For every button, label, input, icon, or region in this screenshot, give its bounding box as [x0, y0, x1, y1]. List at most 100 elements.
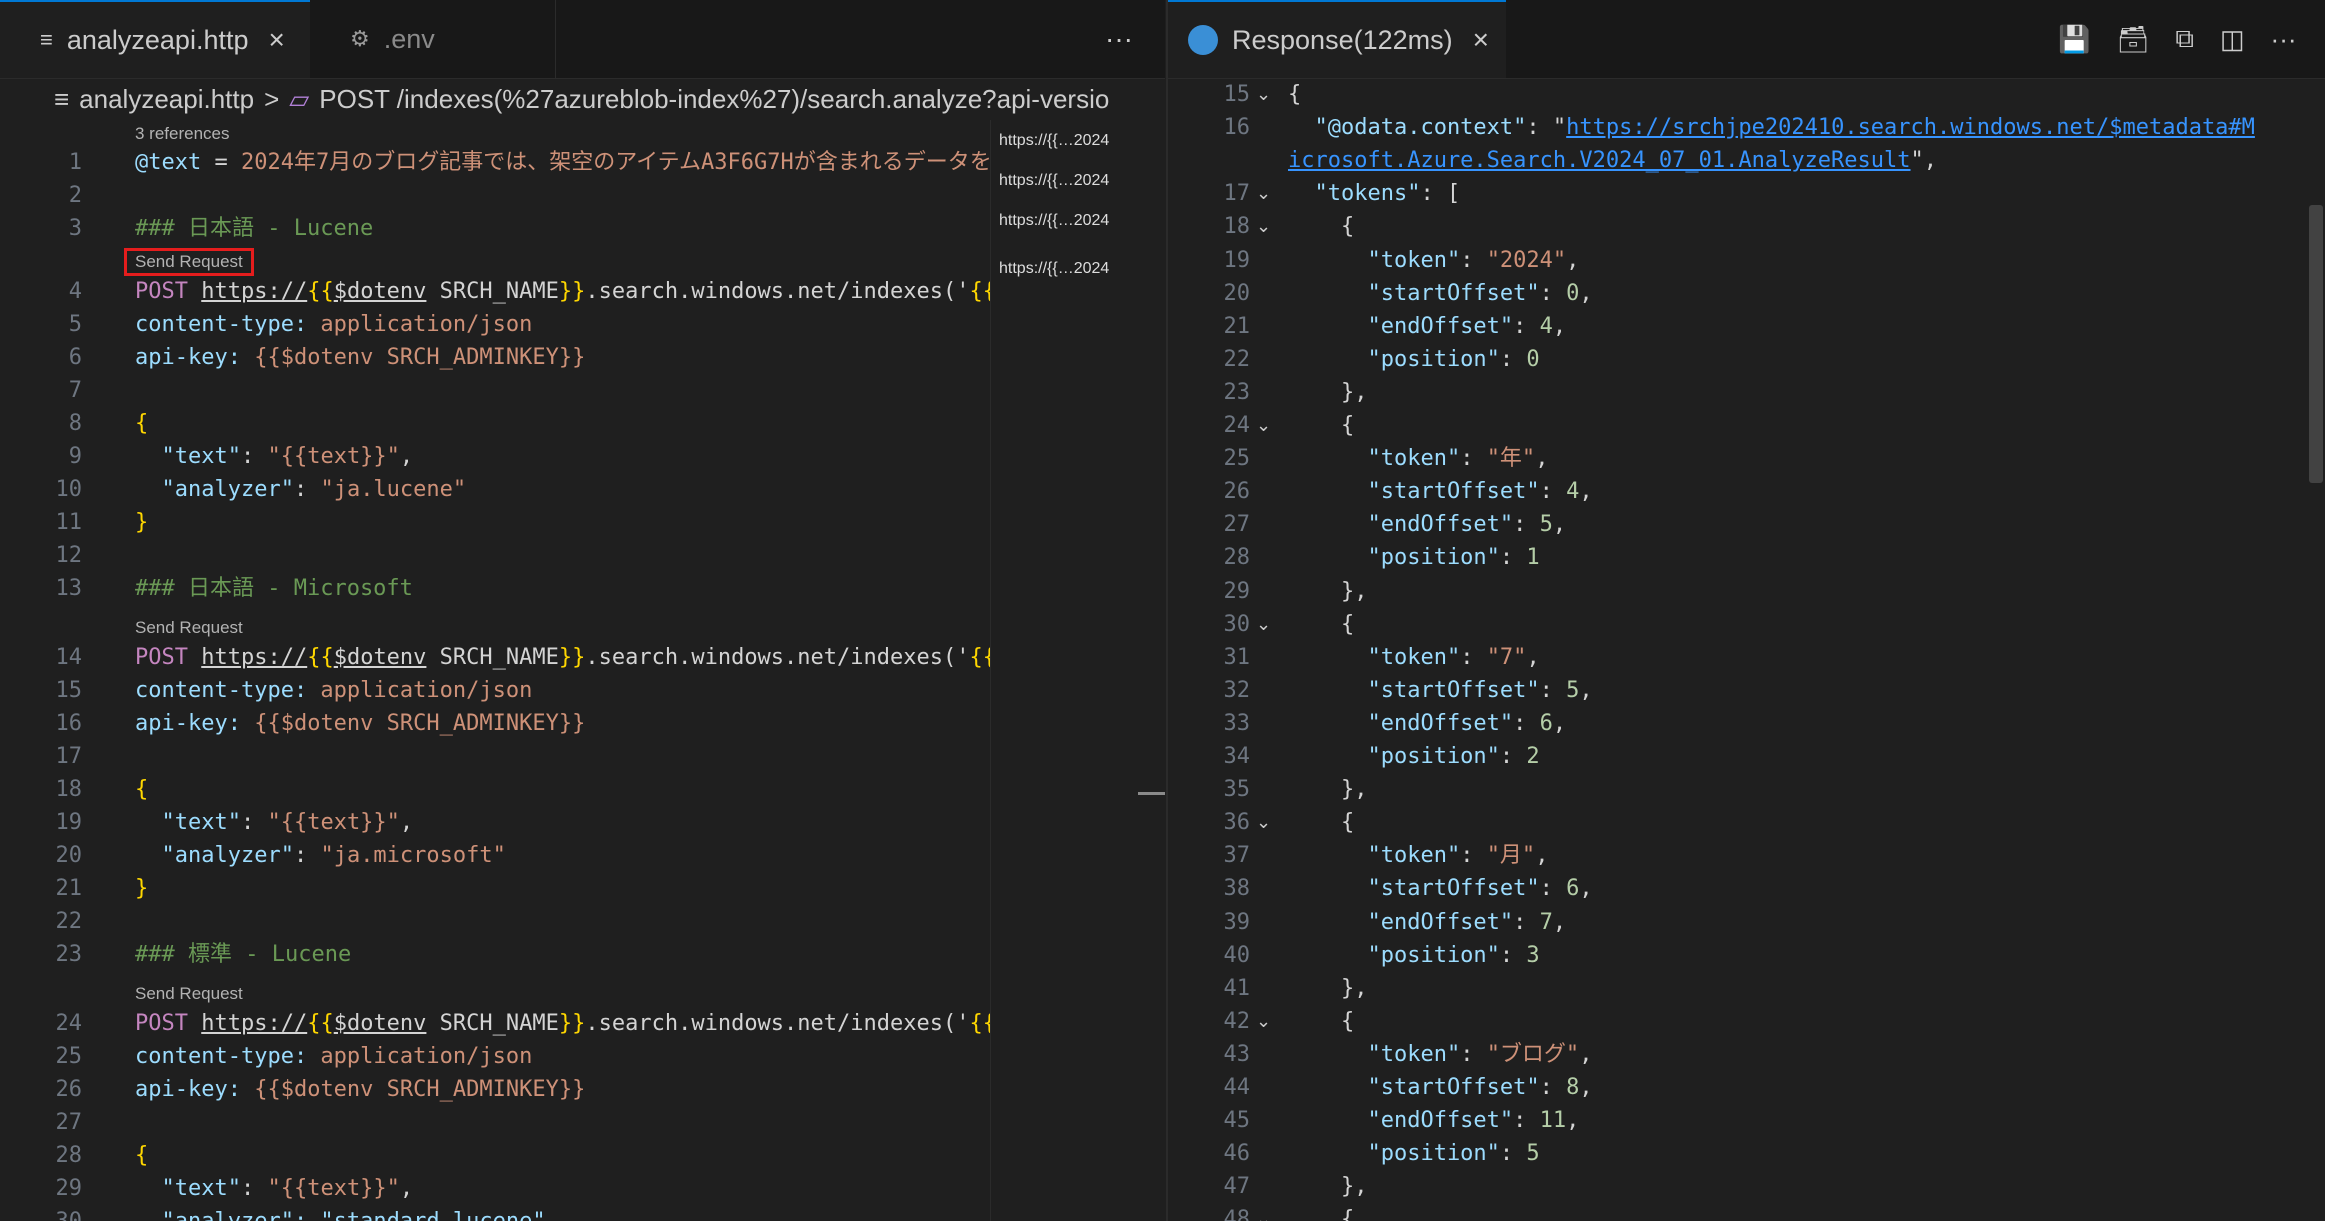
- code-text: content-type: application/json: [135, 1040, 532, 1073]
- code-line[interactable]: 39 "endOffset": 7,: [1168, 906, 2325, 939]
- code-token: 1: [1526, 545, 1540, 571]
- code-line[interactable]: 20 "startOffset": 0,: [1168, 277, 2325, 310]
- code-line[interactable]: 30 ⌄ {: [1168, 608, 2325, 641]
- code-line[interactable]: 41 },: [1168, 972, 2325, 1005]
- code-line[interactable]: 15 ⌄ {: [1168, 78, 2325, 111]
- code-token: content-type:: [135, 1044, 308, 1069]
- send-request-button-highlighted[interactable]: Send Request: [124, 248, 254, 276]
- code-line[interactable]: 40 "position": 3: [1168, 939, 2325, 972]
- code-line[interactable]: 32 "startOffset": 5,: [1168, 674, 2325, 707]
- code-text: ### 日本語 - Microsoft: [135, 572, 413, 605]
- send-request-button[interactable]: Send Request: [135, 617, 243, 639]
- code-token: :: [1460, 247, 1487, 273]
- code-token: "position": [1288, 346, 1500, 372]
- split-editor-icon[interactable]: ◫: [2220, 24, 2245, 55]
- fold-chevron-icon[interactable]: ⌄: [1256, 1005, 1271, 1038]
- minimap[interactable]: https://{{…2024 https://{{…2024 https://…: [990, 120, 1141, 1221]
- code-line[interactable]: 44 "startOffset": 8,: [1168, 1071, 2325, 1104]
- fold-chevron-icon[interactable]: ⌄: [1256, 409, 1271, 442]
- response-viewer[interactable]: 15 ⌄{16 "@odata.context": "https://srchjp…: [1168, 78, 2325, 1221]
- code-text: ### 標準 - Lucene: [135, 938, 351, 971]
- code-token: ,: [1579, 677, 1593, 703]
- fold-chevron-icon[interactable]: ⌄: [1256, 210, 1271, 243]
- code-line[interactable]: 46 "position": 5: [1168, 1137, 2325, 1170]
- code-line[interactable]: icrosoft.Azure.Search.V2024_07_01.Analyz…: [1168, 144, 2325, 177]
- code-text: {: [135, 407, 148, 440]
- code-text: {: [1288, 608, 1354, 641]
- code-line[interactable]: 47 },: [1168, 1170, 2325, 1203]
- code-line[interactable]: 48 ⌄ {: [1168, 1203, 2325, 1221]
- code-line[interactable]: 37 "token": "月",: [1168, 839, 2325, 872]
- code-text: "position": 0: [1288, 343, 1539, 376]
- code-line[interactable]: 34 "position": 2: [1168, 740, 2325, 773]
- code-line[interactable]: 24 ⌄ {: [1168, 409, 2325, 442]
- more-actions-icon[interactable]: ···: [1105, 0, 1133, 78]
- code-line[interactable]: 42 ⌄ {: [1168, 1005, 2325, 1038]
- code-line[interactable]: 43 "token": "ブログ",: [1168, 1038, 2325, 1071]
- code-token: "startOffset": [1288, 479, 1540, 505]
- send-request-button[interactable]: Send Request: [135, 983, 243, 1005]
- code-token: },: [1288, 777, 1368, 803]
- fold-chevron-icon[interactable]: ⌄: [1256, 608, 1271, 641]
- code-token: "endOffset": [1288, 1108, 1514, 1134]
- split-sash[interactable]: [1138, 792, 1165, 795]
- tab-response[interactable]: Response(122ms) ×: [1168, 0, 1506, 78]
- tab-env[interactable]: ⚙ .env: [310, 0, 556, 78]
- code-token: :: [1513, 512, 1540, 538]
- line-number: 22: [1223, 346, 1251, 372]
- line-number: 41: [1223, 975, 1251, 1001]
- code-text: "tokens": [: [1288, 177, 1460, 210]
- code-line[interactable]: 23 },: [1168, 376, 2325, 409]
- minimap-item: https://{{…2024: [999, 132, 1110, 149]
- save-icon[interactable]: 💾: [2058, 24, 2090, 55]
- copy-icon[interactable]: ⧉: [2175, 23, 2194, 55]
- code-line[interactable]: 16 "@odata.context": "https://srchjpe202…: [1168, 111, 2325, 144]
- close-icon[interactable]: ×: [1473, 24, 1489, 56]
- scrollbar-thumb[interactable]: [2309, 205, 2323, 483]
- fold-chevron-icon[interactable]: ⌄: [1256, 78, 1271, 111]
- code-token: POST: [135, 279, 202, 304]
- code-line[interactable]: 28 "position": 1: [1168, 541, 2325, 574]
- code-text: "token": "年",: [1288, 442, 1548, 475]
- code-line[interactable]: 17 ⌄ "tokens": [: [1168, 177, 2325, 210]
- code-line[interactable]: 31 "token": "7",: [1168, 641, 2325, 674]
- breadcrumb-symbol[interactable]: POST /indexes(%27azureblob-index%27)/sea…: [319, 84, 1109, 115]
- code-line[interactable]: 19 "token": "2024",: [1168, 244, 2325, 277]
- code-token: ",: [1910, 148, 1938, 174]
- line-number: 23: [55, 942, 83, 967]
- code-line[interactable]: 29 },: [1168, 575, 2325, 608]
- close-icon[interactable]: ×: [268, 24, 284, 56]
- code-line[interactable]: 26 "startOffset": 4,: [1168, 475, 2325, 508]
- more-actions-icon[interactable]: ···: [2271, 24, 2297, 55]
- references-codelens[interactable]: 3 references: [135, 123, 230, 145]
- code-line[interactable]: 33 "endOffset": 6,: [1168, 707, 2325, 740]
- code-token: ,: [1552, 313, 1567, 339]
- code-line[interactable]: 27 "endOffset": 5,: [1168, 508, 2325, 541]
- code-line[interactable]: 18 ⌄ {: [1168, 210, 2325, 243]
- code-token: :: [1539, 677, 1567, 703]
- line-number: 22: [55, 909, 83, 934]
- code-line[interactable]: 22 "position": 0: [1168, 343, 2325, 376]
- breadcrumb-file[interactable]: analyzeapi.http: [79, 84, 254, 115]
- line-number: 13: [55, 576, 83, 601]
- code-token: api-key:: [135, 1077, 241, 1102]
- code-token: :: [1499, 942, 1527, 968]
- code-token: },: [1288, 1174, 1368, 1200]
- fold-chevron-icon[interactable]: ⌄: [1256, 177, 1271, 210]
- code-token: "tokens": [1288, 181, 1421, 207]
- code-line[interactable]: 45 "endOffset": 11,: [1168, 1104, 2325, 1137]
- code-text: "token": "月",: [1288, 839, 1548, 872]
- fold-chevron-icon[interactable]: ⌄: [1256, 806, 1271, 839]
- save-all-icon[interactable]: 🗃: [2116, 24, 2149, 55]
- tab-analyzeapi-http[interactable]: ≡ analyzeapi.http ×: [0, 0, 310, 78]
- code-line[interactable]: 36 ⌄ {: [1168, 806, 2325, 839]
- fold-chevron-icon[interactable]: ⌄: [1256, 1203, 1271, 1221]
- code-line[interactable]: 35 },: [1168, 773, 2325, 806]
- code-token: "{{text}}": [267, 810, 400, 835]
- code-line[interactable]: 25 "token": "年",: [1168, 442, 2325, 475]
- code-line[interactable]: 38 "startOffset": 6,: [1168, 872, 2325, 905]
- line-number: 29: [1223, 578, 1251, 604]
- code-token: 6: [1539, 710, 1553, 736]
- code-token: :: [1513, 1108, 1540, 1134]
- code-line[interactable]: 21 "endOffset": 4,: [1168, 310, 2325, 343]
